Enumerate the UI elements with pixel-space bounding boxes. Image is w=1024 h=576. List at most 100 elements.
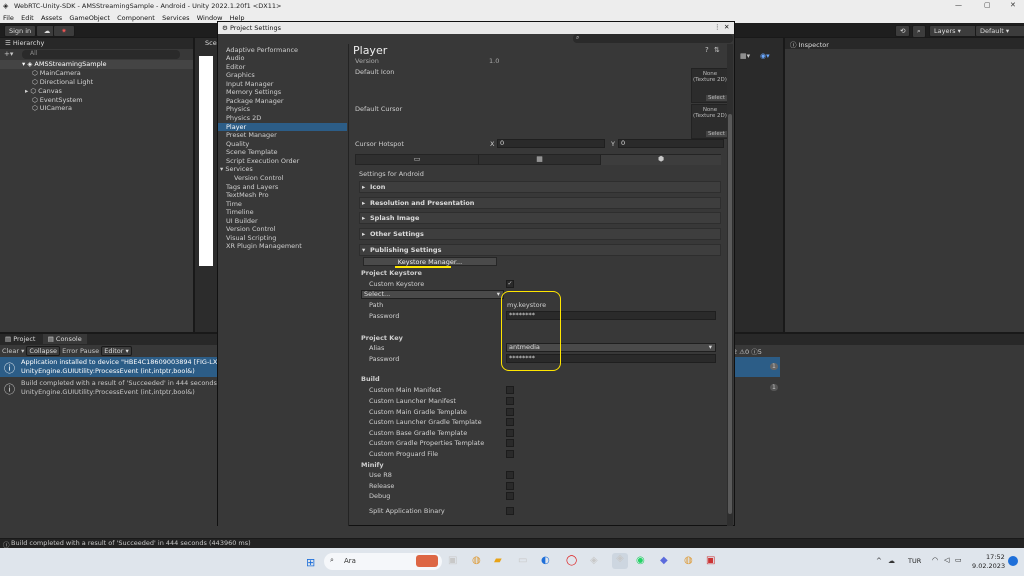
folder-icon[interactable]: ▰ xyxy=(494,555,502,566)
layers-dropdown[interactable]: Layers ▾ xyxy=(929,25,979,37)
nav-item[interactable]: Adaptive Performance xyxy=(226,46,298,54)
clock-time[interactable]: 17:52 xyxy=(986,553,1005,561)
use-r8-checkbox[interactable] xyxy=(506,471,514,479)
section-icon[interactable]: Icon xyxy=(359,181,721,193)
tray-chevron-icon[interactable]: ^ xyxy=(876,557,882,565)
default-icon-slot[interactable]: None (Texture 2D) Select xyxy=(691,68,729,103)
keystore-select-dropdown[interactable]: Select... ▾ xyxy=(361,290,504,299)
minify-debug-checkbox[interactable] xyxy=(506,492,514,500)
scrollbar[interactable] xyxy=(727,44,733,526)
nav-item-player[interactable]: Player xyxy=(218,123,347,131)
draw-mode-icon[interactable]: ▦▾ xyxy=(740,52,750,60)
custom-gradle-properties-checkbox[interactable] xyxy=(506,439,514,447)
chrome-alt-icon[interactable]: ◍ xyxy=(684,555,693,566)
minify-release-checkbox[interactable] xyxy=(506,482,514,490)
custom-proguard-checkbox[interactable] xyxy=(506,450,514,458)
nav-item[interactable]: Physics 2D xyxy=(226,114,261,122)
nav-item[interactable]: Visual Scripting xyxy=(226,234,276,242)
terminal-icon[interactable]: ▭ xyxy=(518,555,527,566)
more-options-icon[interactable]: ⋮ xyxy=(714,23,721,31)
custom-main-manifest-checkbox[interactable] xyxy=(506,386,514,394)
warning-count[interactable]: 0 xyxy=(745,348,749,356)
menu-assets[interactable]: Assets xyxy=(41,13,62,23)
help-icon[interactable]: ? xyxy=(705,46,709,54)
editor-dropdown[interactable]: Editor ▾ xyxy=(101,346,132,356)
nav-item[interactable]: Tags and Layers xyxy=(226,183,278,191)
unity-hub-icon[interactable]: ◈ xyxy=(590,555,598,566)
nav-item[interactable]: Physics xyxy=(226,105,250,113)
tab-android-icon[interactable]: ⬢ xyxy=(600,155,721,165)
nav-item[interactable]: Time xyxy=(226,200,242,208)
volume-icon[interactable]: ◁ xyxy=(944,556,949,564)
collab-icon[interactable]: ✷ xyxy=(53,25,75,37)
section-splash[interactable]: Splash Image xyxy=(359,212,721,224)
close-window-icon[interactable]: ✕ xyxy=(724,23,729,31)
section-publishing[interactable]: Publishing Settings xyxy=(359,244,721,256)
nav-item[interactable]: TextMesh Pro xyxy=(226,191,269,199)
whatsapp-icon[interactable]: ◉ xyxy=(636,555,645,566)
nav-item[interactable]: Memory Settings xyxy=(226,88,281,96)
select-button[interactable]: Select xyxy=(706,95,727,101)
presets-icon[interactable]: ⇅ xyxy=(714,46,720,54)
tree-item-uicamera[interactable]: ⬡ UICamera xyxy=(32,104,72,112)
clock-date[interactable]: 9.02.2023 xyxy=(972,562,1005,570)
scrollbar-thumb[interactable] xyxy=(728,114,732,514)
nav-item[interactable]: Audio xyxy=(226,54,244,62)
maximize-icon[interactable]: ▢ xyxy=(984,1,991,9)
hierarchy-search-input[interactable]: All xyxy=(22,50,180,59)
nav-item-services[interactable]: ▾ Services xyxy=(220,165,253,173)
nav-item[interactable]: Graphics xyxy=(226,71,255,79)
tray-icon[interactable]: ☁ xyxy=(888,557,895,565)
nav-item[interactable]: Package Manager xyxy=(226,97,284,105)
start-icon[interactable]: ⊞ xyxy=(306,556,315,569)
minimize-icon[interactable]: — xyxy=(955,1,962,9)
hotspot-y-field[interactable]: 0 xyxy=(618,139,724,148)
edge-icon[interactable]: ◐ xyxy=(541,555,550,566)
nav-item[interactable]: Version Control xyxy=(226,225,275,233)
section-resolution[interactable]: Resolution and Presentation xyxy=(359,197,721,209)
opera-icon[interactable]: ◯ xyxy=(566,555,577,566)
clear-button[interactable]: Clear xyxy=(2,347,19,355)
tab-standalone-icon[interactable]: ▭ xyxy=(356,155,478,165)
tree-item-canvas[interactable]: ▸ ⬡ Canvas xyxy=(25,87,62,95)
menu-edit[interactable]: Edit xyxy=(21,13,34,23)
tab-console[interactable]: ▤ Console xyxy=(42,334,87,344)
tree-item-maincamera[interactable]: ⬡ MainCamera xyxy=(32,69,81,77)
chrome-icon[interactable]: ◍ xyxy=(472,555,481,566)
wifi-icon[interactable]: ◠ xyxy=(932,556,938,564)
nav-item[interactable]: Scene Template xyxy=(226,148,278,156)
custom-base-gradle-checkbox[interactable] xyxy=(506,429,514,437)
battery-icon[interactable]: ▭ xyxy=(955,556,962,564)
task-view-icon[interactable]: ▣ xyxy=(448,555,457,566)
gizmo-icon[interactable]: ◉▾ xyxy=(760,52,770,60)
custom-main-gradle-checkbox[interactable] xyxy=(506,408,514,416)
menu-file[interactable]: File xyxy=(3,13,14,23)
error-pause-button[interactable]: Error Pause xyxy=(62,347,99,355)
section-other-settings[interactable]: Other Settings xyxy=(359,228,721,240)
close-icon[interactable]: ✕ xyxy=(1010,1,1016,9)
menu-services[interactable]: Services xyxy=(162,13,189,23)
search-icon[interactable]: ⌕ xyxy=(912,25,926,38)
tab-inspector[interactable]: ⓘ Inspector xyxy=(785,38,834,50)
scene-view[interactable]: Sce xyxy=(195,38,217,332)
tab-hierarchy[interactable]: ☰ Hierarchy xyxy=(0,38,49,48)
nav-item[interactable]: Script Execution Order xyxy=(226,157,299,165)
layout-dropdown[interactable]: Default ▾ xyxy=(975,25,1024,37)
tree-item-directional-light[interactable]: ⬡ Directional Light xyxy=(32,78,93,86)
keystore-manager-button[interactable]: Keystore Manager... xyxy=(363,257,497,266)
scene-root[interactable]: ▾ ◈ AMSStreamingSample xyxy=(0,60,193,69)
app-icon[interactable]: ▣ xyxy=(706,555,715,566)
nav-item[interactable]: XR Plugin Management xyxy=(226,242,302,250)
nav-item[interactable]: Input Manager xyxy=(226,80,273,88)
taskbar-search[interactable]: ⌕ Ara xyxy=(324,553,442,570)
console-counts[interactable]: 2 ⚠0 ⓘ5 xyxy=(733,346,762,356)
vscode-icon[interactable]: ◆ xyxy=(660,555,668,566)
custom-launcher-manifest-checkbox[interactable] xyxy=(506,397,514,405)
menu-component[interactable]: Component xyxy=(117,13,155,23)
language-indicator[interactable]: TUR xyxy=(908,557,921,565)
nav-item[interactable]: Editor xyxy=(226,63,245,71)
unity-editor-icon[interactable]: ◈ xyxy=(612,553,628,569)
nav-item[interactable]: Timeline xyxy=(226,208,254,216)
error-count[interactable]: 5 xyxy=(758,348,762,356)
split-binary-checkbox[interactable] xyxy=(506,507,514,515)
